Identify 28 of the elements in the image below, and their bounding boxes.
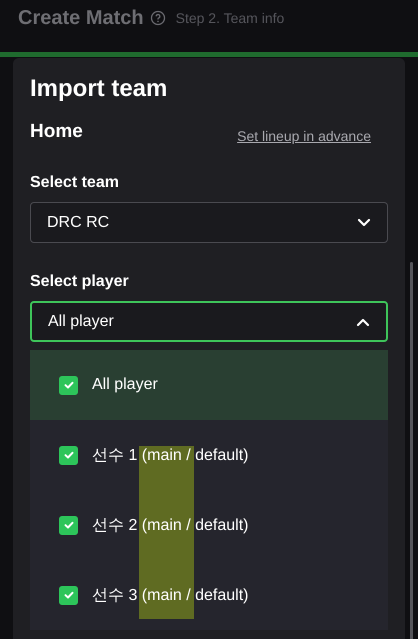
check-icon: [62, 589, 74, 601]
check-icon: [62, 379, 74, 391]
help-icon[interactable]: [150, 10, 166, 26]
step-label: Step 2. Team info: [176, 9, 284, 28]
checkbox[interactable]: [59, 586, 78, 604]
field-label: Select team: [30, 174, 120, 192]
page-title: Create Match: [18, 6, 144, 30]
player-option[interactable]: 선수 3 (main / default): [30, 560, 388, 630]
option-label: All player: [92, 376, 158, 394]
check-icon: [62, 449, 74, 461]
option-label: 선수 1 (main / default): [92, 446, 248, 466]
player-option[interactable]: All player: [30, 350, 388, 420]
checkbox[interactable]: [59, 376, 78, 394]
player-option[interactable]: 선수 1 (main / default): [30, 420, 388, 490]
chevron-up-icon: [356, 316, 370, 326]
lineup-link[interactable]: Set lineup in advance: [237, 128, 371, 144]
check-icon: [62, 519, 74, 531]
option-label: 선수 3 (main / default): [92, 586, 248, 606]
panel-title: Import team: [30, 74, 168, 104]
player-option[interactable]: 선수 2 (main / default): [30, 490, 388, 560]
field-label: Select player: [30, 273, 130, 291]
select-field[interactable]: DRC RC: [30, 202, 388, 243]
section-title: Home: [30, 121, 83, 143]
checkbox[interactable]: [59, 516, 78, 534]
option-label: 선수 2 (main / default): [92, 516, 248, 536]
checkbox[interactable]: [59, 446, 78, 464]
chevron-down-icon: [357, 218, 371, 228]
select-field[interactable]: All player: [30, 301, 388, 342]
